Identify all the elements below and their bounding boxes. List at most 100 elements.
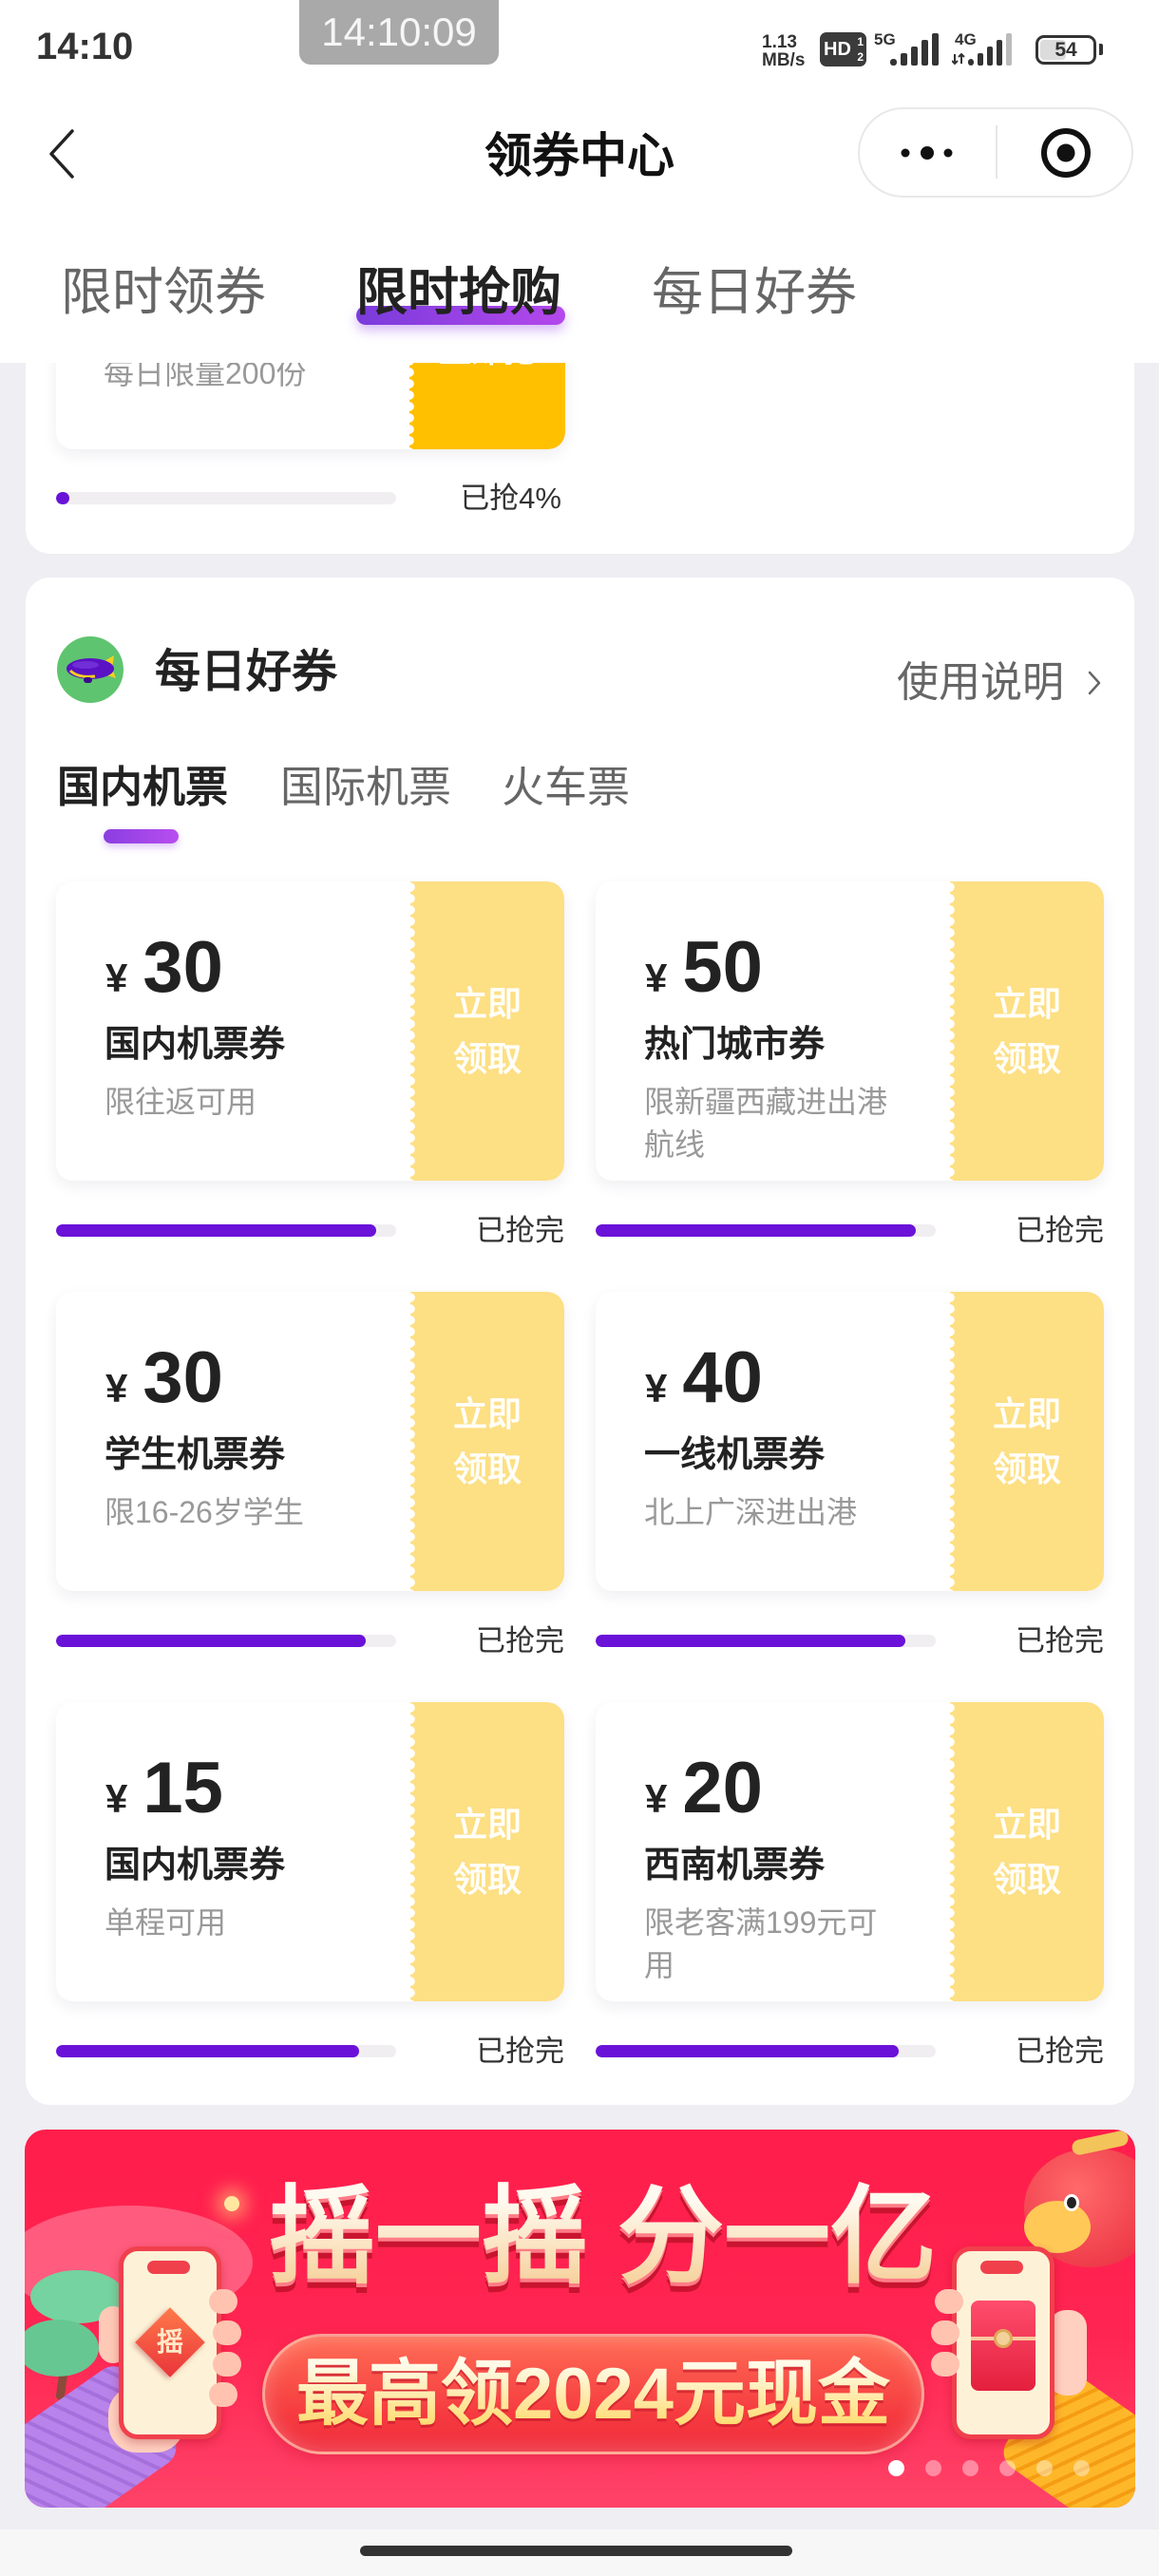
claim-button-label: 立即 领取 — [950, 1292, 1104, 1591]
coupon-amount: ¥ 20 — [645, 1752, 763, 1835]
carousel-dot[interactable] — [888, 2460, 904, 2476]
tab-limited-coupons[interactable]: 限时领券 — [61, 261, 266, 324]
progress-track — [56, 1635, 396, 1647]
claim-label-line-1: 立即 — [992, 1393, 1061, 1433]
finger-illustration — [213, 2320, 241, 2345]
coupon-restriction: 限16-26岁学生 — [104, 1495, 304, 1529]
claim-progress: 已抢完 — [596, 1213, 1104, 1249]
hd-sup: 1 — [857, 35, 864, 48]
claim-button-label: 立即 领取 — [410, 1702, 564, 2001]
subtab-domestic-flights[interactable]: 国内机票 — [57, 761, 228, 814]
claim-progress: 已抢完 — [596, 1623, 1104, 1659]
envelope-clasp — [994, 2329, 1013, 2348]
currency-symbol: ¥ — [645, 1776, 668, 1821]
progress-track — [56, 1224, 396, 1237]
coupon-item: ¥ 40 一线机票券 北上广深进出港 立即 领取 已抢完 — [596, 1292, 1104, 1702]
claim-button[interactable]: 立即 领取 — [406, 881, 564, 1181]
carousel-dot[interactable] — [999, 2460, 1016, 2476]
battery-percent: 54 — [1054, 39, 1077, 61]
carousel-dot[interactable] — [1074, 2460, 1090, 2476]
currency-symbol: ¥ — [105, 956, 128, 1000]
promo-banner[interactable]: 摇 摇一摇 分一亿 最高领2024元现金 — [25, 2130, 1135, 2508]
claim-progress: 已抢完 — [596, 2034, 1104, 2070]
progress-status: 已抢完 — [1016, 2035, 1104, 2068]
hd-sub: 2 — [857, 50, 864, 64]
coupon-card[interactable]: ¥ 15 国内机票券 单程可用 立即 领取 — [56, 1702, 564, 2001]
coupon-amount: ¥ 50 — [645, 932, 763, 1014]
coupon-restriction: 单程可用 — [104, 1905, 227, 1940]
usage-instructions-link[interactable]: 使用说明 — [897, 659, 1102, 707]
coupon-name: 学生机票券 — [104, 1435, 286, 1475]
coupon-value: 20 — [682, 1748, 763, 1828]
carousel-dot[interactable] — [962, 2460, 978, 2476]
claim-button[interactable]: 立即 领取 — [406, 1702, 564, 2001]
coupon-restriction: 限老客满199元可用 — [644, 1905, 878, 1982]
more-dots-icon[interactable] — [896, 142, 957, 163]
progress-status: 已抢完 — [1016, 1624, 1104, 1657]
currency-symbol: ¥ — [645, 956, 668, 1000]
hand-illustration-right — [1049, 2310, 1087, 2396]
claim-label-line-1: 立即 — [452, 1804, 522, 1844]
daily-coupons-section: 每日好券 使用说明 国内机票 国际机票 火车票 ¥ 30 国内机票券 限往返可用… — [26, 578, 1134, 2105]
coupon-card[interactable]: ¥ 50 热门城市券 限新疆西藏进出港航线 立即 领取 — [596, 881, 1104, 1181]
coupon-card[interactable]: ¥ 40 一线机票券 北上广深进出港 立即 领取 — [596, 1292, 1104, 1591]
progress-fill — [596, 1224, 916, 1237]
claim-label-line-1: 立即 — [452, 983, 522, 1023]
coupon-restriction: 限往返可用 — [104, 1085, 257, 1119]
claim-label-line-2: 领取 — [452, 1038, 522, 1078]
coupon-card[interactable]: ¥ 20 西南机票券 限老客满199元可用 立即 领取 — [596, 1702, 1104, 2001]
status-time: 14:10 — [36, 26, 134, 67]
signal-bars-data-icon — [952, 33, 1012, 66]
subtab-international-flights[interactable]: 国际机票 — [280, 761, 451, 814]
coupon-restriction: 北上广深进出港 — [644, 1495, 858, 1529]
progress-fill — [56, 492, 70, 504]
battery-nub — [1099, 44, 1103, 55]
tree-foliage-decoration — [25, 2320, 99, 2377]
claim-label-line-2: 领取 — [452, 1449, 522, 1488]
coupon-value: 30 — [142, 1337, 223, 1418]
target-icon[interactable] — [1037, 124, 1094, 181]
coupon-name: 热门城市券 — [644, 1025, 826, 1065]
coupon-amount: ¥ 15 — [105, 1752, 223, 1835]
progress-track — [56, 2045, 396, 2057]
dragon-antler — [1070, 2130, 1130, 2157]
home-indicator[interactable] — [360, 2546, 792, 2556]
red-envelope-icon — [971, 2301, 1036, 2391]
coupon-card[interactable]: ¥ 30 学生机票券 限16-26岁学生 立即 领取 — [56, 1292, 564, 1591]
currency-symbol: ¥ — [105, 1776, 128, 1821]
carousel-dot[interactable] — [925, 2460, 941, 2476]
banner-subtitle: 最高领2024元现金 — [265, 2337, 922, 2452]
claim-button[interactable]: 立即 领取 — [945, 1702, 1104, 2001]
finger-illustration — [931, 2320, 960, 2345]
progress-status: 已抢完 — [476, 1624, 564, 1657]
progress-track — [596, 1635, 936, 1647]
claim-progress: 已抢完 — [56, 2034, 564, 2070]
tab-flash-sale[interactable]: 限时抢购 — [356, 261, 561, 324]
claim-button-label: 立即 领取 — [950, 1702, 1104, 2001]
progress-track — [596, 1224, 936, 1237]
progress-status: 已抢完 — [476, 2035, 564, 2068]
network-speed-value: 1.13 — [762, 32, 797, 52]
coupon-item: ¥ 30 国内机票券 限往返可用 立即 领取 已抢完 — [56, 881, 564, 1292]
screen-record-timer: 14:10:09 — [299, 0, 499, 65]
coupon-value: 30 — [142, 927, 223, 1008]
battery-icon: 54 — [1036, 35, 1096, 65]
coupon-card[interactable]: ¥ 30 国内机票券 限往返可用 立即 领取 — [56, 881, 564, 1181]
chevron-right-icon — [1088, 671, 1101, 695]
claim-button-label: 立即 领取 — [950, 881, 1104, 1181]
coupon-item: ¥ 50 热门城市券 限新疆西藏进出港航线 立即 领取 已抢完 — [596, 881, 1104, 1292]
claim-button[interactable]: 立即 领取 — [406, 1292, 564, 1591]
coupon-grid: ¥ 30 国内机票券 限往返可用 立即 领取 已抢完 ¥ 50 热门城市券 限新… — [56, 881, 1104, 2112]
claim-button[interactable]: 立即 领取 — [945, 881, 1104, 1181]
banner-cta-pill[interactable]: 最高领2024元现金 — [262, 2334, 924, 2454]
claim-button[interactable]: 立即 领取 — [945, 1292, 1104, 1591]
flash-claim-progress: 已抢4% — [56, 481, 561, 517]
coupon-item: ¥ 20 西南机票券 限老客满199元可用 立即 领取 已抢完 — [596, 1702, 1104, 2112]
subtab-active-indicator — [104, 829, 179, 843]
subtab-train-tickets[interactable]: 火车票 — [502, 761, 630, 814]
finger-illustration — [213, 2352, 241, 2377]
carousel-dot[interactable] — [1036, 2460, 1053, 2476]
claim-button-label: 立即 领取 — [410, 1292, 564, 1591]
banner-title: 摇一摇 分一亿 — [48, 2175, 1135, 2299]
tab-daily-coupons[interactable]: 每日好券 — [652, 261, 857, 324]
